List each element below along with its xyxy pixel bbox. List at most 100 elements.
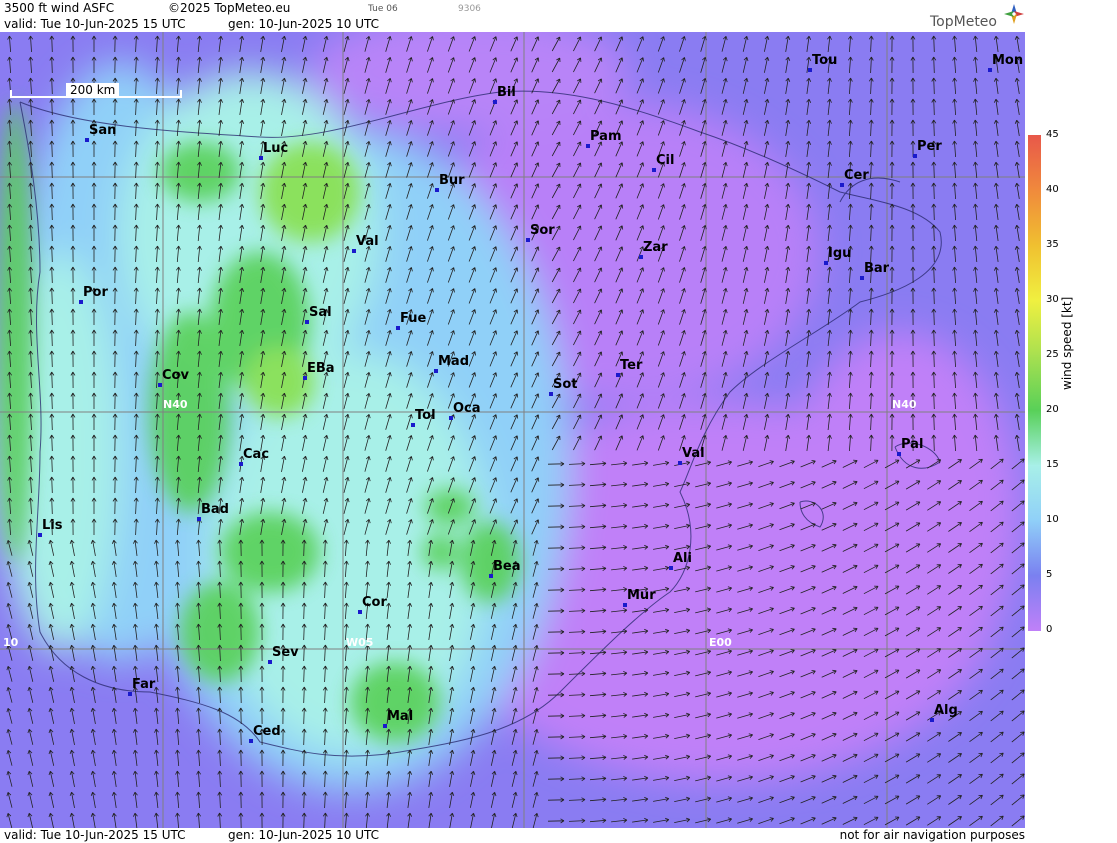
city-label: Far xyxy=(132,677,156,692)
city-label: Cor xyxy=(362,595,387,610)
city-label: Bur xyxy=(439,173,465,188)
city-marker xyxy=(411,423,415,427)
topmeteo-logo: TopMeteo xyxy=(930,14,997,30)
city-label: Tou xyxy=(812,53,838,68)
wind-map[interactable]: 200 km N40 N40 W05 E00 10 San Luc Bil Tou Mo… xyxy=(0,32,1025,828)
color-bar-segment xyxy=(1028,245,1041,301)
city-marker xyxy=(352,249,356,253)
color-bar-segment xyxy=(1028,300,1041,356)
city-label: Mur xyxy=(627,588,656,603)
city-marker xyxy=(988,68,992,72)
city-marker xyxy=(435,188,439,192)
city-label: Ter xyxy=(620,358,643,373)
city-label: EBa xyxy=(307,361,335,376)
city-marker xyxy=(396,326,400,330)
city-label: Mad xyxy=(438,354,470,369)
scale-bar: 200 km xyxy=(10,83,182,100)
city-label: Sor xyxy=(530,223,555,238)
gen-time: gen: 10-Jun-2025 10 UTC xyxy=(228,17,380,31)
small-code-text: 9306 xyxy=(458,4,481,14)
footer-disclaimer: not for air navigation purposes xyxy=(839,828,1025,842)
city-marker xyxy=(128,692,132,696)
scale-label: 200 km xyxy=(66,83,120,97)
city-label: Pam xyxy=(590,129,622,144)
valid-time: valid: Tue 10-Jun-2025 15 UTC xyxy=(4,17,186,31)
city-marker xyxy=(158,383,162,387)
legend-tick: 0 xyxy=(1046,624,1053,635)
city-marker xyxy=(493,100,497,104)
compass-logo-icon xyxy=(1004,4,1024,24)
legend-title: wind speed [kt] xyxy=(1060,296,1074,390)
city-label: Cac xyxy=(243,447,270,462)
legend-tick: 40 xyxy=(1046,184,1059,195)
city-label: Bil xyxy=(497,85,516,100)
city-label: Por xyxy=(83,285,108,300)
city-label: Fue xyxy=(400,311,427,326)
color-bar-segment xyxy=(1028,575,1041,631)
legend-tick: 15 xyxy=(1046,459,1059,470)
city-marker xyxy=(586,144,590,148)
city-marker xyxy=(449,416,453,420)
copyright-text: ©2025 TopMeteo.eu xyxy=(168,1,291,15)
map-header: 3500 ft wind ASFC ©2025 TopMeteo.eu Tue … xyxy=(0,0,1025,32)
city-marker xyxy=(678,461,682,465)
city-marker xyxy=(303,376,307,380)
city-marker xyxy=(526,238,530,242)
color-bar-segment xyxy=(1028,190,1041,246)
legend-tick: 35 xyxy=(1046,239,1059,250)
city-label: Tol xyxy=(415,408,436,423)
city-marker xyxy=(197,517,201,521)
city-label: Mon xyxy=(992,53,1024,68)
city-marker xyxy=(489,574,493,578)
city-label: Igu xyxy=(828,246,852,261)
legend-tick: 10 xyxy=(1046,514,1059,525)
city-marker xyxy=(249,739,253,743)
city-marker xyxy=(639,255,643,259)
city-marker xyxy=(840,183,844,187)
city-label: Cer xyxy=(844,168,869,183)
city-marker xyxy=(808,68,812,72)
city-label: Bar xyxy=(864,261,890,276)
color-bar-segment xyxy=(1028,135,1041,191)
city-marker xyxy=(305,320,309,324)
city-label: Lis xyxy=(42,518,63,533)
city-marker xyxy=(549,392,553,396)
city-marker xyxy=(259,156,263,160)
city-label: Bad xyxy=(201,502,229,517)
grid-label-n40-east: N40 xyxy=(892,398,917,411)
city-marker xyxy=(434,369,438,373)
legend-tick: 30 xyxy=(1046,294,1059,305)
city-label: Pal xyxy=(901,437,924,452)
city-marker xyxy=(860,276,864,280)
footer-gen-time: gen: 10-Jun-2025 10 UTC xyxy=(228,828,380,842)
color-bar xyxy=(1028,135,1041,631)
footer-valid-time: valid: Tue 10-Jun-2025 15 UTC xyxy=(4,828,186,842)
grid-label-n40: N40 xyxy=(163,398,188,411)
city-marker xyxy=(616,373,620,377)
city-label: Luc xyxy=(263,141,289,156)
city-label: Sot xyxy=(553,377,578,392)
color-bar-segment xyxy=(1028,355,1041,411)
legend-tick: 25 xyxy=(1046,349,1059,360)
color-bar-segment xyxy=(1028,465,1041,521)
legend-tick: 45 xyxy=(1046,129,1059,140)
color-bar-segment xyxy=(1028,520,1041,576)
city-label: Alg xyxy=(934,703,958,718)
city-marker xyxy=(268,660,272,664)
grid-label-w05: W05 xyxy=(346,636,374,649)
map-footer: valid: Tue 10-Jun-2025 15 UTC gen: 10-Ju… xyxy=(0,828,1025,843)
city-label: Zar xyxy=(643,240,668,255)
city-label: Val xyxy=(356,234,379,249)
city-marker xyxy=(824,261,828,265)
city-marker xyxy=(38,533,42,537)
city-marker xyxy=(239,462,243,466)
color-bar-segment xyxy=(1028,410,1041,466)
city-label: Bea xyxy=(493,559,521,574)
city-label: Sal xyxy=(309,305,332,320)
city-label: Per xyxy=(917,139,942,154)
product-title: 3500 ft wind ASFC xyxy=(4,1,115,15)
grid-label-e00: E00 xyxy=(709,636,732,649)
city-label: Sev xyxy=(272,645,299,660)
city-marker xyxy=(358,610,362,614)
city-marker xyxy=(930,718,934,722)
